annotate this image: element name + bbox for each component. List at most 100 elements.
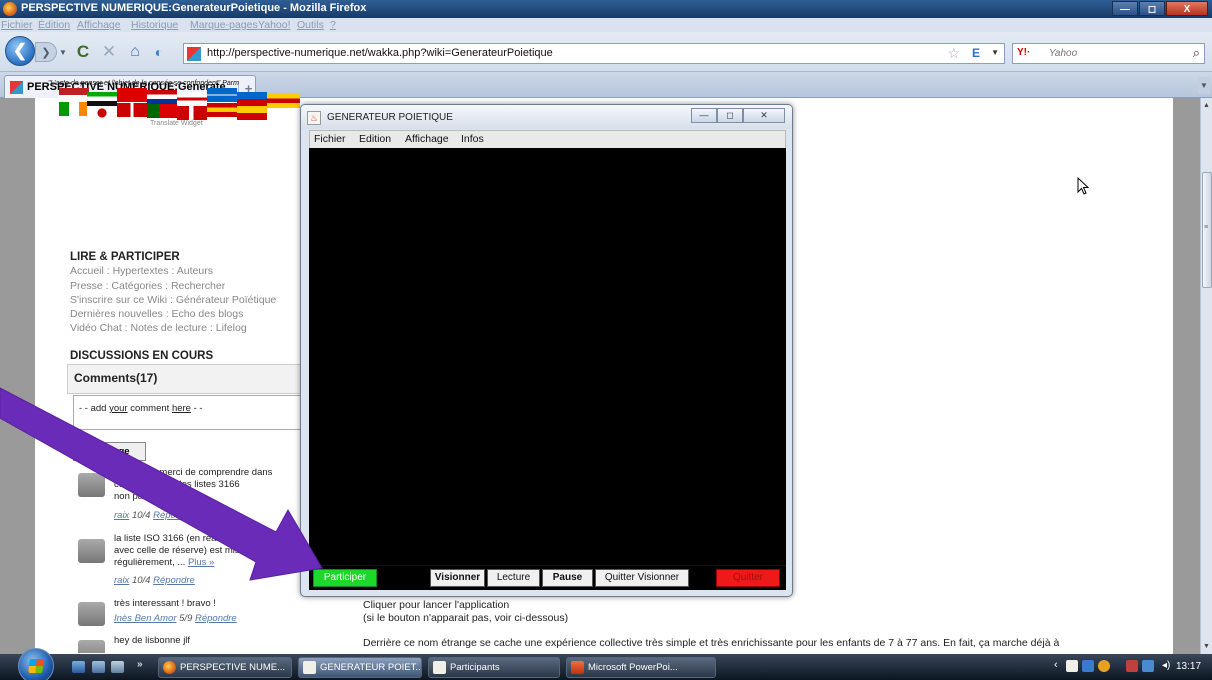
dialog-close-button[interactable]: ✕	[743, 108, 785, 123]
e-icon[interactable]: E	[972, 46, 980, 60]
dialog-menu-affichage[interactable]: Affichage	[405, 133, 449, 145]
maximize-button[interactable]: ◻	[1139, 1, 1165, 16]
menu-marque-pages[interactable]: Marque-pages	[190, 19, 258, 31]
comment-link-here[interactable]: here	[172, 403, 191, 414]
comment-author[interactable]: Inès Ben Amor	[114, 613, 176, 624]
dialog-titlebar[interactable]: ♨ GENERATEUR POIETIQUE — ◻ ✕	[301, 105, 792, 129]
nav-line-5[interactable]: Vidéo Chat : Notes de lecture : Lifelog	[70, 322, 247, 334]
flag-icon[interactable]	[147, 104, 177, 118]
dialog-menu-fichier[interactable]: Fichier	[314, 133, 346, 145]
comment-item: ...ification, merci de comprendre dans c…	[75, 467, 307, 527]
monitor-tray-icon[interactable]	[1142, 660, 1154, 672]
task-participants[interactable]: Participants	[428, 657, 560, 678]
nav-line-3[interactable]: S'inscrire sur ce Wiki : Générateur Poïé…	[70, 294, 276, 306]
flag-icon[interactable]	[207, 103, 237, 117]
menu-help[interactable]: ?	[330, 19, 336, 31]
comment-line: non pas ...	[114, 491, 159, 502]
lecture-button[interactable]: Lecture	[487, 569, 540, 587]
quicklaunch-icon[interactable]	[92, 661, 105, 673]
back-button[interactable]: ❮	[5, 36, 35, 66]
comment-link-your[interactable]: your	[109, 403, 127, 414]
reply-link[interactable]: Répondre	[195, 613, 237, 624]
comments-header: Comments(17)	[67, 364, 307, 394]
comment-author[interactable]: raix	[114, 510, 129, 521]
menu-historique[interactable]: Historique	[131, 19, 178, 31]
dialog-menu-edition[interactable]: Edition	[359, 133, 391, 145]
flag-icon[interactable]	[237, 92, 267, 106]
flag-icon[interactable]	[117, 103, 147, 117]
search-bar[interactable]: Y!· ⌕	[1012, 43, 1205, 64]
task-generateur[interactable]: GENERATEUR POIET...	[298, 657, 422, 678]
flag-icon[interactable]	[147, 90, 177, 104]
scroll-down-icon[interactable]: ▼	[1203, 643, 1210, 650]
flag-icon[interactable]	[207, 88, 237, 102]
url-dropdown-icon[interactable]: ▼	[991, 48, 999, 57]
flag-icon[interactable]	[87, 92, 117, 106]
quitter-button[interactable]: Quitter	[716, 569, 780, 587]
yahoo-icon[interactable]: Y!·	[1017, 47, 1030, 58]
participer-button[interactable]: Participer	[313, 569, 377, 587]
plus-link[interactable]: Plus »	[161, 491, 187, 502]
nav-line-1[interactable]: Accueil : Hypertextes : Auteurs	[70, 265, 213, 277]
switch-windows-icon[interactable]	[111, 661, 124, 673]
bookmark-icon[interactable]: ◐	[148, 41, 170, 63]
task-firefox[interactable]: PERSPECTIVE NUME...	[158, 657, 292, 678]
url-text[interactable]: http://perspective-numerique.net/wakka.p…	[207, 47, 553, 59]
security-tray-icon[interactable]	[1126, 660, 1138, 672]
comment-input[interactable]: - - add your comment here - -	[73, 395, 307, 430]
start-button[interactable]	[18, 648, 54, 680]
flag-icon[interactable]	[59, 88, 89, 102]
stop-icon[interactable]: ✕	[98, 41, 120, 63]
minimize-button[interactable]: —	[1112, 1, 1138, 16]
url-bar[interactable]: http://perspective-numerique.net/wakka.p…	[183, 43, 1005, 64]
flag-icon[interactable]	[87, 106, 117, 120]
flag-icon[interactable]	[177, 92, 207, 106]
show-desktop-icon[interactable]	[72, 661, 85, 673]
dialog-minimize-button[interactable]: —	[691, 108, 717, 123]
quitter-visionner-button[interactable]: Quitter Visionner	[595, 569, 689, 587]
flag-icon[interactable]	[237, 106, 267, 120]
java-tray-icon[interactable]	[1066, 660, 1078, 672]
avatar	[78, 539, 105, 563]
menu-fichier[interactable]: Fichier	[1, 19, 33, 31]
reload-icon[interactable]: C	[72, 41, 94, 63]
scroll-up-icon[interactable]: ▲	[1203, 102, 1210, 109]
search-input[interactable]	[1049, 46, 1179, 61]
vertical-scrollbar[interactable]: ▲ ≡ ▼	[1200, 98, 1212, 654]
message-button[interactable]: Message	[73, 442, 146, 461]
reply-link[interactable]: Répondre	[153, 510, 195, 521]
flag-icon[interactable]	[59, 102, 89, 116]
comment-meta: Inès Ben Amor 5/9 Répondre	[114, 613, 237, 624]
menu-outils[interactable]: Outils	[297, 19, 324, 31]
network-tray-icon[interactable]	[1082, 660, 1094, 672]
nav-line-4[interactable]: Dernières nouvelles : Echo des blogs	[70, 308, 243, 320]
volume-icon[interactable]: ◂)	[1162, 660, 1170, 671]
flag-icon[interactable]	[177, 106, 207, 120]
nav-line-2[interactable]: Presse : Catégories : Rechercher	[70, 280, 225, 292]
update-tray-icon[interactable]	[1098, 660, 1110, 672]
tab-favicon-icon	[10, 81, 23, 94]
comment-author[interactable]: raix	[114, 575, 129, 586]
tray-expand-icon[interactable]: ‹	[1054, 659, 1058, 671]
plus-link[interactable]: Plus »	[188, 557, 214, 568]
flag-icon[interactable]	[267, 94, 300, 108]
visionner-button[interactable]: Visionner	[430, 569, 485, 587]
close-button[interactable]: X	[1166, 1, 1208, 16]
tab-scroll-icon[interactable]: ▼	[1198, 77, 1210, 94]
star-icon[interactable]: ☆	[947, 45, 960, 62]
dialog-menu-infos[interactable]: Infos	[461, 133, 484, 145]
menu-yahoo[interactable]: Yahoo!	[258, 19, 291, 31]
task-powerpoint[interactable]: Microsoft PowerPoi...	[566, 657, 716, 678]
flag-icon[interactable]	[117, 88, 147, 102]
menu-affichage[interactable]: Affichage	[77, 19, 121, 31]
dialog-maximize-button[interactable]: ◻	[717, 108, 743, 123]
search-icon[interactable]: ⌕	[1193, 45, 1200, 61]
pause-button[interactable]: Pause	[542, 569, 593, 587]
history-dropdown-icon[interactable]: ▼	[58, 44, 68, 60]
reply-link[interactable]: Répondre	[153, 575, 195, 586]
forward-button[interactable]: ❯	[35, 42, 57, 62]
quicklaunch-more[interactable]: »	[137, 659, 143, 670]
home-icon[interactable]: ⌂	[124, 41, 146, 63]
menu-edition[interactable]: Édition	[38, 19, 70, 31]
poietique-canvas[interactable]	[309, 148, 786, 565]
